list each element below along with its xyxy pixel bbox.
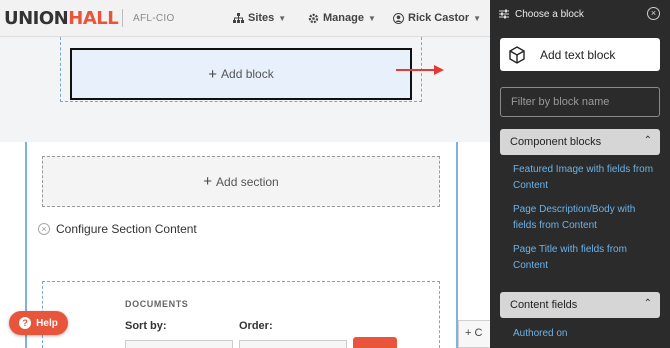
logo-text-hall: HALL xyxy=(68,8,119,29)
user-menu-label: Rick Castor xyxy=(408,12,470,24)
sitemap-icon xyxy=(233,12,244,23)
block-link-featured-image[interactable]: Featured Image with fields from Content xyxy=(513,162,658,194)
user-menu[interactable]: Rick Castor ▼ xyxy=(393,12,481,24)
choose-block-panel: Choose a block × Add text block Componen… xyxy=(490,0,670,348)
add-text-block-button[interactable]: Add text block xyxy=(500,38,660,71)
documents-heading: DOCUMENTS xyxy=(125,299,189,309)
sites-menu-label: Sites xyxy=(248,12,275,24)
site-logo[interactable]: UNIONHALL xyxy=(4,8,119,29)
sort-by-select[interactable] xyxy=(125,340,233,348)
plus-icon: + xyxy=(203,173,213,190)
component-blocks-label: Component blocks xyxy=(510,136,602,148)
sites-menu[interactable]: Sites ▼ xyxy=(233,12,286,24)
add-section-label: Add section xyxy=(216,174,279,189)
add-text-block-label: Add text block xyxy=(540,47,616,62)
user-icon xyxy=(393,12,404,24)
close-icon[interactable]: × xyxy=(38,223,50,235)
annotation-arrow-icon xyxy=(396,65,444,75)
chevron-up-icon: ⌃ xyxy=(643,135,652,146)
order-label: Order: xyxy=(239,320,273,332)
configure-section-link[interactable]: × Configure Section Content xyxy=(38,222,197,236)
section-border-right xyxy=(456,142,458,348)
help-icon: ? xyxy=(19,317,32,329)
configure-section-label: Configure Section Content xyxy=(56,222,197,236)
manage-menu-label: Manage xyxy=(323,12,364,24)
logo-divider xyxy=(122,9,123,27)
component-blocks-toggle[interactable]: Component blocks ⌃ xyxy=(500,129,660,155)
cube-icon xyxy=(509,45,525,64)
panel-header: Choose a block xyxy=(490,0,670,28)
chevron-down-icon: ▼ xyxy=(367,13,376,23)
add-block-label: Add block xyxy=(221,67,274,81)
block-filter-input[interactable] xyxy=(500,87,660,117)
partial-button[interactable]: + C xyxy=(458,320,490,348)
add-block-button[interactable]: + Add block xyxy=(70,48,412,100)
content-fields-label: Content fields xyxy=(510,299,578,311)
block-link-page-description[interactable]: Page Description/Body with fields from C… xyxy=(513,202,658,234)
gear-icon xyxy=(308,13,319,23)
apply-button[interactable] xyxy=(353,337,397,348)
manage-menu[interactable]: Manage ▼ xyxy=(308,12,376,24)
help-button[interactable]: ? Help xyxy=(9,311,68,335)
block-link-authored-on[interactable]: Authored on xyxy=(513,326,658,342)
panel-title: Choose a block xyxy=(515,8,584,20)
chevron-down-icon: ▼ xyxy=(473,13,482,23)
chevron-down-icon: ▼ xyxy=(278,13,287,23)
add-section-button[interactable]: + Add section xyxy=(42,156,440,207)
plus-icon: + xyxy=(208,65,218,83)
sliders-icon xyxy=(499,9,509,19)
sort-by-label: Sort by: xyxy=(125,320,167,332)
top-bar: UNIONHALL AFL-CIO Sites ▼ Manage ▼ Rick … xyxy=(0,0,490,37)
order-select[interactable] xyxy=(239,340,347,348)
block-link-page-title[interactable]: Page Title with fields from Content xyxy=(513,242,658,274)
content-fields-toggle[interactable]: Content fields ⌃ xyxy=(500,292,660,318)
subbrand-label: AFL-CIO xyxy=(133,13,175,24)
logo-text-union: UNION xyxy=(4,8,69,29)
help-label: Help xyxy=(36,317,58,329)
close-panel-icon[interactable]: × xyxy=(647,7,660,20)
chevron-up-icon: ⌃ xyxy=(643,298,652,309)
